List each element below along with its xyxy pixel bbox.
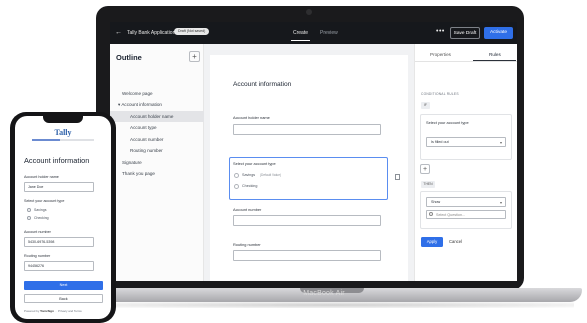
activate-button[interactable]: Activate (484, 27, 513, 39)
phone-radio-checking[interactable] (27, 216, 31, 220)
laptop-model-label: MacBook Air (303, 290, 345, 297)
panel-divider (415, 61, 517, 62)
sidebar-item-welcome-page[interactable]: Welcome page (110, 88, 204, 99)
phone-holder-input[interactable]: Jane Doe (24, 182, 94, 192)
outline-add-button[interactable]: + (189, 51, 200, 62)
laptop-screen: ← Tally Bank Application Draft (Not save… (110, 22, 517, 281)
phone-routing-value: 94456276 (28, 264, 44, 268)
question-search-input[interactable]: Select Question... (426, 210, 506, 219)
action-select-value: Show (431, 200, 441, 204)
save-draft-button[interactable]: Save Draft (450, 27, 480, 39)
product-mockup-scene: MacBook Air ← Tally Bank Application Dra… (0, 0, 587, 323)
phone-holder-label: Account holder name (24, 175, 59, 179)
phone-routing-label: Routing number (24, 254, 51, 258)
action-select[interactable]: Show ▾ (426, 197, 506, 207)
phone-radio-checking-label: Checking (34, 216, 49, 220)
add-condition-button[interactable]: + (420, 164, 430, 174)
editor-topbar: ← Tally Bank Application Draft (Not save… (110, 22, 517, 44)
sidebar-item-signature[interactable]: Signature (110, 157, 204, 168)
footer-powered-by: Powered by (24, 309, 40, 313)
sidebar-item-thank-you-page[interactable]: Thank you page (110, 168, 204, 179)
account-type-label: Select your account type (233, 161, 276, 166)
tab-properties[interactable]: Properties (430, 52, 451, 57)
phone-type-label: Select your account type (24, 199, 65, 203)
routing-number-label: Routing number (233, 242, 261, 247)
phone-radio-savings-label: Savings (34, 208, 47, 212)
outline-title: Outline (116, 53, 142, 62)
phone-number-value: 5430-6976-5398 (28, 240, 55, 244)
phone-radio-savings[interactable] (27, 208, 31, 212)
account-holder-label: Account holder name (233, 115, 270, 120)
sidebar-item-account-information[interactable]: ▾ Account information (110, 99, 204, 110)
sidebar-item-account-holder-name[interactable]: Account holder name (110, 111, 204, 122)
footer-privacy-link[interactable]: Privacy and Terms (58, 309, 82, 313)
condition-operator-value: Is filled out (431, 140, 449, 144)
phone-number-label: Account number (24, 230, 51, 234)
next-button[interactable]: Next (24, 281, 103, 290)
form-canvas: Account information Account holder name … (204, 44, 414, 281)
radio-checking[interactable] (234, 184, 239, 189)
more-options-icon[interactable]: ••• (436, 28, 445, 35)
conditional-rules-heading: CONDITIONAL RULES (421, 92, 459, 96)
phone-holder-value: Jane Doe (28, 185, 44, 189)
condition-question-label: Select your account type (426, 120, 469, 125)
phone-notch (43, 116, 83, 123)
form-page-title: Account information (233, 81, 292, 88)
search-icon (429, 212, 433, 216)
rules-panel: Properties Rules CONDITIONAL RULES IF Se… (414, 44, 517, 281)
footer-brand: TonicSign (40, 309, 54, 313)
radio-savings[interactable] (234, 173, 239, 178)
radio-savings-label: Savings (242, 173, 256, 177)
default-value-note: (Default Value) (260, 173, 282, 177)
sidebar-item-account-number[interactable]: Account number (110, 134, 204, 145)
brand-logo: Tally (54, 128, 72, 137)
laptop-shadow (90, 302, 574, 308)
radio-checking-label: Checking (242, 184, 258, 188)
tab-rules[interactable]: Rules (489, 52, 501, 57)
back-button[interactable]: Back (24, 294, 103, 303)
account-holder-input[interactable] (233, 124, 381, 135)
condition-card: Select your account type Is filled out ▾ (420, 114, 512, 160)
draft-status-badge: Draft (Not saved) (174, 28, 210, 35)
sidebar-item-account-type[interactable]: Account type (110, 122, 204, 133)
condition-operator-select[interactable]: Is filled out ▾ (426, 137, 506, 147)
phone-number-input[interactable]: 5430-6976-5398 (24, 237, 94, 247)
sidebar-item-routing-number[interactable]: Routing number (110, 145, 204, 156)
cancel-button[interactable]: Cancel (449, 237, 462, 247)
app-title: Tally Bank Application (127, 30, 176, 36)
tab-preview[interactable]: Preview (320, 30, 338, 36)
chevron-down-icon: ▾ (499, 140, 502, 145)
if-tag: IF (421, 102, 430, 109)
tab-create[interactable]: Create (290, 30, 311, 41)
routing-number-input[interactable] (233, 250, 381, 261)
phone-footer: Powered by TonicSign · Privacy and Terms (24, 309, 82, 313)
question-search-placeholder: Select Question... (436, 213, 466, 217)
phone-screen: Tally Account information Account holder… (15, 116, 111, 319)
chevron-down-icon: ▾ (499, 200, 502, 205)
account-number-input[interactable] (233, 215, 381, 226)
phone-form-title: Account information (24, 156, 90, 165)
outline-sidebar: Outline + Welcome page ▾ Account informa… (110, 44, 204, 281)
form-progress-fill (32, 139, 60, 141)
then-tag: THEN (421, 181, 435, 188)
back-arrow-icon[interactable]: ← (115, 29, 122, 36)
form-progress-bar (32, 139, 94, 141)
account-number-label: Account number (233, 207, 262, 212)
trash-icon[interactable] (395, 174, 400, 180)
form-page: Account information Account holder name … (210, 55, 408, 281)
apply-button[interactable]: Apply (421, 237, 443, 247)
phone-routing-input[interactable]: 94456276 (24, 261, 94, 271)
